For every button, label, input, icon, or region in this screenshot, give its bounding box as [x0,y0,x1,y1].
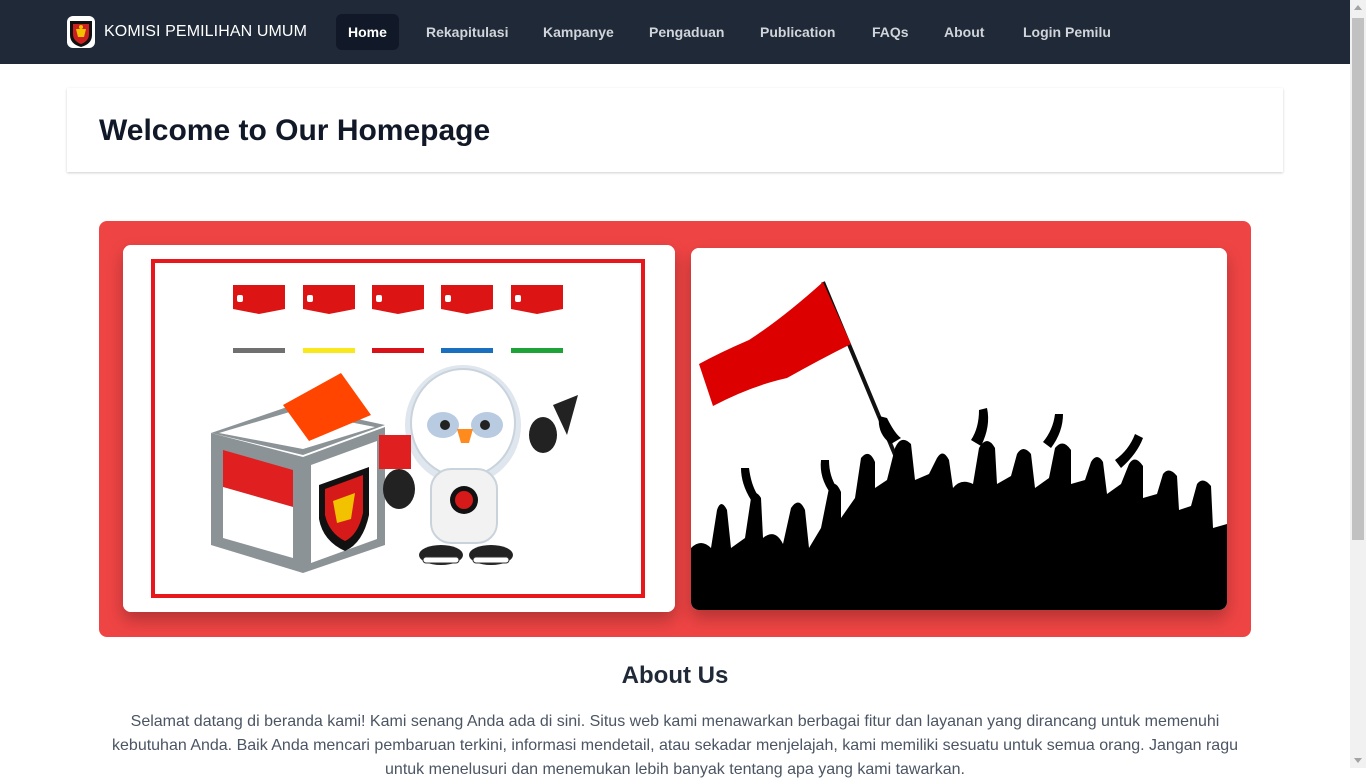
nav-kampanye[interactable]: Kampanye [531,14,626,50]
page-title: Welcome to Our Homepage [99,114,491,147]
nav-rekapitulasi[interactable]: Rekapitulasi [414,14,520,50]
top-navbar: KOMISI PEMILIHAN UMUM Home Rekapitulasi … [0,0,1350,64]
header-card: Welcome to Our Homepage [67,88,1283,172]
scroll-down-arrow-icon[interactable] [1354,758,1362,763]
nav-about[interactable]: About [932,14,996,50]
scroll-thumb[interactable] [1352,18,1364,540]
nav-publication[interactable]: Publication [748,14,847,50]
nav-login-pemilu[interactable]: Login Pemilu [1011,14,1123,50]
page-scrollbar[interactable] [1350,0,1366,768]
nav-pengaduan[interactable]: Pengaduan [637,14,736,50]
nav-home[interactable]: Home [336,14,399,50]
hero-image-card-crowd [691,248,1227,610]
about-text: Selamat datang di beranda kami! Kami sen… [112,713,1238,778]
hero-banner [99,221,1251,637]
kpu-logo-icon [67,16,95,48]
scroll-up-arrow-icon[interactable] [1354,5,1362,10]
election-ballot-mascot-illustration-icon [123,245,675,612]
crowd-with-flag-silhouette-icon [691,248,1227,610]
about-title: About Us [621,662,729,689]
brand[interactable]: KOMISI PEMILIHAN UMUM [66,15,307,49]
nav-faqs[interactable]: FAQs [860,14,921,50]
brand-title: KOMISI PEMILIHAN UMUM [104,23,308,40]
hero-image-card-election [123,245,675,612]
